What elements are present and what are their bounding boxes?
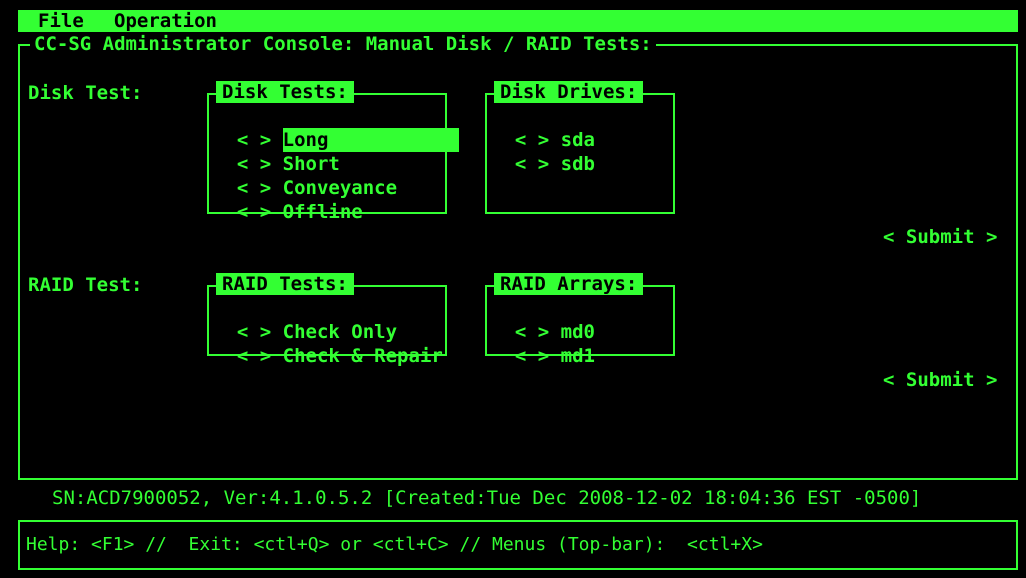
help-line: Help: <F1> // Exit: <ctl+Q> or <ctl+C> /… (26, 534, 763, 555)
raid-array-option-md1[interactable]: < > md1 (492, 320, 595, 368)
radio-marker: < > (514, 153, 550, 175)
option-label: sdb (560, 153, 595, 175)
disk-test-label: Disk Test: (28, 82, 143, 104)
console-title: CC-SG Administrator Console: Manual Disk… (30, 33, 656, 55)
disk-submit-button[interactable]: < Submit > (883, 226, 997, 248)
raid-tests-title: RAID Tests: (216, 273, 354, 295)
raid-test-label: RAID Test: (28, 274, 143, 296)
menu-file[interactable]: File (38, 10, 84, 32)
raid-arrays-title: RAID Arrays: (494, 273, 644, 295)
menu-operation[interactable]: Operation (114, 10, 217, 32)
status-line: SN:ACD7900052, Ver:4.1.0.5.2 [Created:Tu… (52, 487, 922, 509)
menu-bar: File Operation (18, 10, 1018, 32)
disk-drive-option-sdb[interactable]: < > sdb (492, 128, 595, 176)
raid-test-option-check-repair[interactable]: < > Check & Repair (214, 320, 443, 368)
raid-submit-button[interactable]: < Submit > (883, 369, 997, 391)
disk-tests-title: Disk Tests: (216, 81, 354, 103)
option-label: Check & Repair (282, 345, 443, 367)
radio-marker: < > (236, 201, 272, 223)
radio-marker: < > (236, 345, 272, 367)
option-label: md1 (560, 345, 595, 367)
option-label: Offline (282, 201, 363, 223)
radio-marker: < > (514, 345, 550, 367)
disk-drives-title: Disk Drives: (494, 81, 644, 103)
disk-test-option-offline[interactable]: < > Offline (214, 176, 363, 224)
